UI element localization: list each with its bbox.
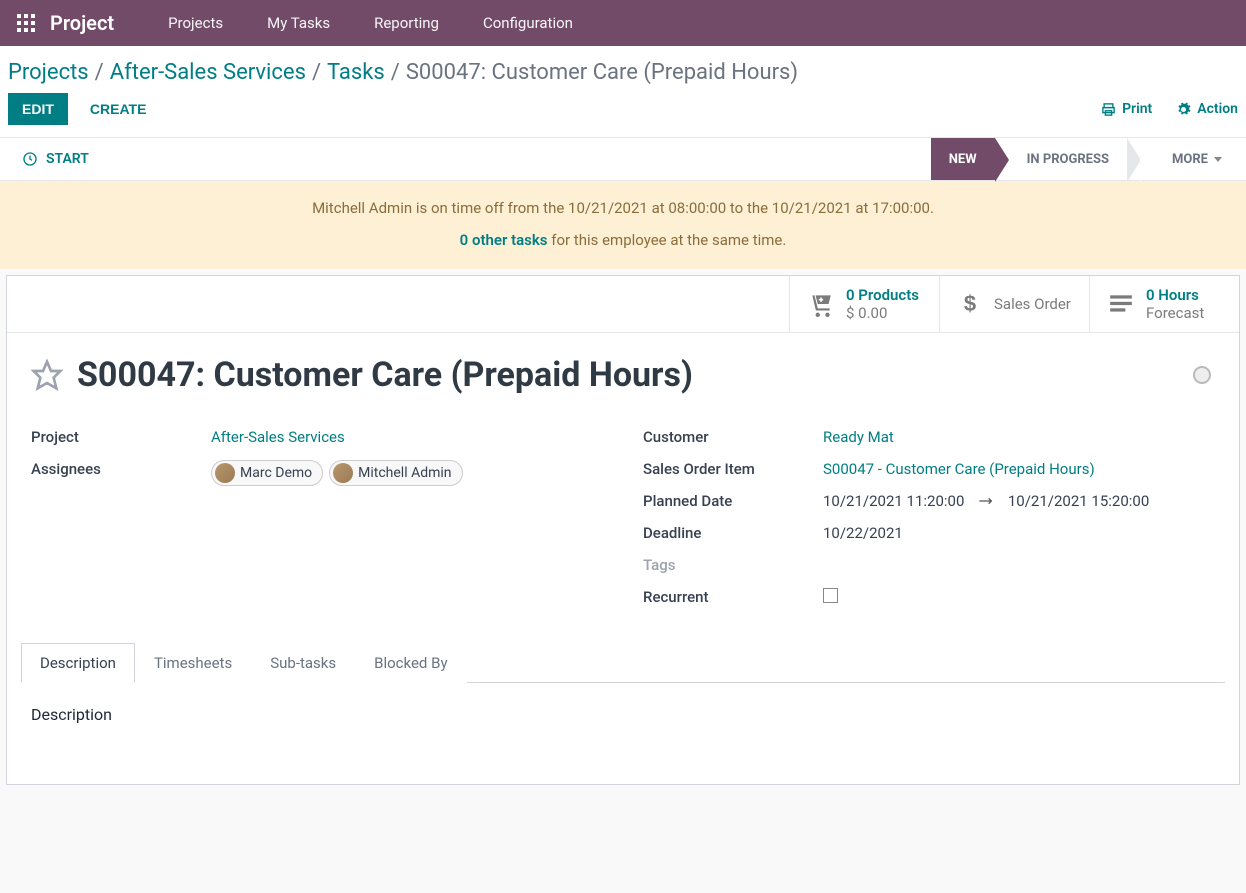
planned-from: 10/21/2021 11:20:00 <box>823 492 964 510</box>
tab-description[interactable]: Description <box>21 643 135 683</box>
action-button[interactable]: Action <box>1176 101 1238 117</box>
planned-to: 10/21/2021 15:20:00 <box>1008 492 1149 510</box>
nav-projects[interactable]: Projects <box>146 14 245 32</box>
breadcrumb-current: S00047: Customer Care (Prepaid Hours) <box>406 60 798 85</box>
assignee-tag[interactable]: Marc Demo <box>211 460 323 486</box>
stat-hours-button[interactable]: 0 Hours Forecast <box>1089 276 1239 332</box>
form-col-left: Project After-Sales Services Assignees M… <box>31 421 603 614</box>
breadcrumb-row: Projects / After-Sales Services / Tasks … <box>0 46 1246 93</box>
nav-reporting[interactable]: Reporting <box>352 14 461 32</box>
planned-date-label: Planned Date <box>643 492 823 510</box>
assignee-tag[interactable]: Mitchell Admin <box>329 460 462 486</box>
top-navbar: Project Projects My Tasks Reporting Conf… <box>0 0 1246 46</box>
stage-new[interactable]: NEW <box>931 138 995 180</box>
start-button[interactable]: START <box>22 151 89 167</box>
arrow-right-icon <box>978 492 998 510</box>
print-icon <box>1101 102 1116 117</box>
description-placeholder: Description <box>31 705 1215 724</box>
form-col-right: Customer Ready Mat Sales Order Item S000… <box>643 421 1215 614</box>
stat-products-bottom: $ 0.00 <box>846 304 919 322</box>
form-grid: Project After-Sales Services Assignees M… <box>7 401 1239 624</box>
assignee-name: Mitchell Admin <box>358 465 451 481</box>
breadcrumb-projects[interactable]: Projects <box>8 60 89 85</box>
breadcrumb-sep: / <box>312 60 321 85</box>
tab-timesheets[interactable]: Timesheets <box>135 643 251 683</box>
stat-hours-bottom: Forecast <box>1146 304 1204 322</box>
brand-label[interactable]: Project <box>50 11 114 35</box>
avatar <box>333 463 353 483</box>
tab-content: Description <box>7 683 1239 784</box>
action-row: EDIT CREATE Print Action <box>0 93 1246 137</box>
other-tasks-link[interactable]: 0 other tasks <box>460 231 548 249</box>
stat-hours-top: 0 Hours <box>1146 286 1204 304</box>
assignee-name: Marc Demo <box>240 465 312 481</box>
nav-my-tasks[interactable]: My Tasks <box>245 14 352 32</box>
svg-text:$: $ <box>964 292 976 316</box>
alert-line2: 0 other tasks for this employee at the s… <box>12 231 1234 249</box>
start-label: START <box>46 151 89 167</box>
avatar <box>215 463 235 483</box>
stat-sales-order-label: Sales Order <box>994 295 1071 313</box>
dollar-icon: $ <box>958 292 982 316</box>
assignees-label: Assignees <box>31 460 211 478</box>
stages: NEW IN PROGRESS MORE <box>931 138 1246 180</box>
edit-button[interactable]: EDIT <box>8 93 68 125</box>
so-item-label: Sales Order Item <box>643 460 823 478</box>
breadcrumb-sep: / <box>95 60 104 85</box>
deadline-value: 10/22/2021 <box>823 524 1215 542</box>
stat-buttons: 0 Products $ 0.00 $ Sales Order 0 Hours … <box>7 276 1239 333</box>
gear-icon <box>1176 102 1191 117</box>
print-button[interactable]: Print <box>1101 101 1152 117</box>
timeoff-alert: Mitchell Admin is on time off from the 1… <box>0 181 1246 269</box>
breadcrumb-tasks[interactable]: Tasks <box>327 60 385 85</box>
stage-arrow-icon <box>1140 138 1154 182</box>
stage-arrow-icon <box>995 138 1009 182</box>
chevron-down-icon <box>1214 157 1222 162</box>
so-item-link[interactable]: S00047 - Customer Care (Prepaid Hours) <box>823 460 1095 478</box>
title-row: S00047: Customer Care (Prepaid Hours) <box>7 333 1239 401</box>
project-label: Project <box>31 428 211 446</box>
customer-link[interactable]: Ready Mat <box>823 428 894 446</box>
page-title: S00047: Customer Care (Prepaid Hours) <box>77 355 1179 395</box>
tabs: Description Timesheets Sub-tasks Blocked… <box>21 642 1225 683</box>
alert-line1: Mitchell Admin is on time off from the 1… <box>12 199 1234 217</box>
cart-icon <box>808 291 834 317</box>
breadcrumb: Projects / After-Sales Services / Tasks … <box>8 60 798 85</box>
print-label: Print <box>1122 101 1152 117</box>
tab-blocked-by[interactable]: Blocked By <box>355 643 466 683</box>
statusbar: START NEW IN PROGRESS MORE <box>0 137 1246 181</box>
create-button[interactable]: CREATE <box>82 93 155 125</box>
action-label: Action <box>1197 101 1238 117</box>
stage-arrow-icon <box>1127 138 1141 182</box>
form-sheet: 0 Products $ 0.00 $ Sales Order 0 Hours … <box>6 275 1240 785</box>
tab-subtasks[interactable]: Sub-tasks <box>251 643 355 683</box>
stat-products-top: 0 Products <box>846 286 919 304</box>
stage-more[interactable]: MORE <box>1154 138 1246 180</box>
right-actions: Print Action <box>1101 101 1238 117</box>
customer-label: Customer <box>643 428 823 446</box>
star-icon[interactable] <box>31 359 63 391</box>
apps-icon[interactable] <box>16 13 36 33</box>
breadcrumb-sep: / <box>391 60 400 85</box>
stat-sales-order-button[interactable]: $ Sales Order <box>939 276 1089 332</box>
recurrent-label: Recurrent <box>643 588 823 606</box>
deadline-label: Deadline <box>643 524 823 542</box>
alert-line2-suffix: for this employee at the same time. <box>548 231 787 249</box>
planned-date-value: 10/21/2021 11:20:00 10/21/2021 15:20:00 <box>823 492 1215 510</box>
kanban-state-dot[interactable] <box>1193 366 1211 384</box>
project-link[interactable]: After-Sales Services <box>211 428 345 446</box>
left-actions: EDIT CREATE <box>8 93 154 125</box>
breadcrumb-after-sales[interactable]: After-Sales Services <box>110 60 306 85</box>
stage-in-progress[interactable]: IN PROGRESS <box>1009 138 1127 180</box>
tags-label: Tags <box>643 556 823 574</box>
stage-more-label: MORE <box>1172 152 1208 167</box>
clock-icon <box>22 151 38 167</box>
nav-configuration[interactable]: Configuration <box>461 14 595 32</box>
tasks-icon <box>1108 291 1134 317</box>
stat-products-button[interactable]: 0 Products $ 0.00 <box>789 276 939 332</box>
recurrent-checkbox[interactable] <box>823 588 838 603</box>
